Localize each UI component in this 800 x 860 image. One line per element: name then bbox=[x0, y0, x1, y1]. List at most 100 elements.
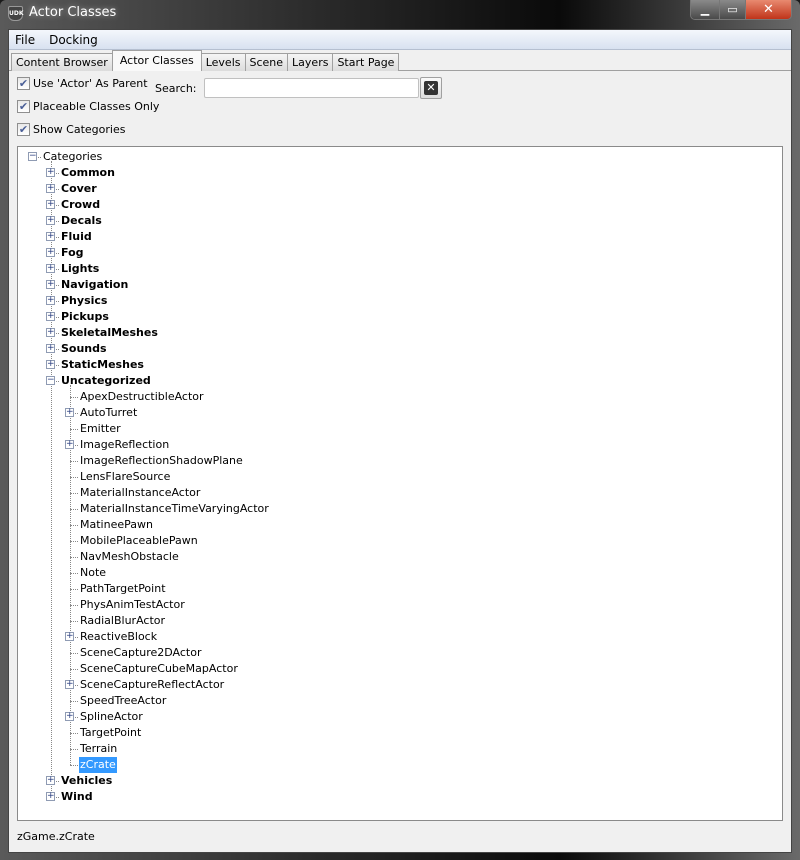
expand-icon[interactable]: + bbox=[46, 328, 55, 337]
placeable-only-checkbox[interactable]: ✔ Placeable Classes Only bbox=[17, 100, 159, 113]
tree-connector bbox=[70, 733, 78, 734]
tree-item[interactable]: ImageReflection bbox=[79, 437, 170, 453]
tree-item[interactable]: StaticMeshes bbox=[60, 357, 145, 373]
expand-icon[interactable]: + bbox=[46, 792, 55, 801]
tree-item[interactable]: Terrain bbox=[79, 741, 118, 757]
expand-icon[interactable]: + bbox=[65, 712, 74, 721]
tree-item[interactable]: LensFlareSource bbox=[79, 469, 171, 485]
tree-item[interactable]: Common bbox=[60, 165, 116, 181]
expand-icon[interactable]: + bbox=[46, 296, 55, 305]
tree-connector bbox=[70, 461, 78, 462]
class-tree[interactable]: − Categories + Common + Cover + Crowd + Decals + Fl… bbox=[17, 146, 783, 821]
tree-item[interactable]: PhysAnimTestActor bbox=[79, 597, 186, 613]
tree-item[interactable]: Physics bbox=[60, 293, 108, 309]
tab-actor-classes[interactable]: Actor Classes bbox=[111, 50, 202, 71]
collapse-icon[interactable]: − bbox=[28, 152, 37, 161]
expand-icon[interactable]: + bbox=[46, 360, 55, 369]
expand-icon[interactable]: + bbox=[46, 248, 55, 257]
tree-item[interactable]: Lights bbox=[60, 261, 100, 277]
tree-item[interactable]: Categories bbox=[42, 149, 103, 165]
search-input[interactable] bbox=[204, 78, 419, 98]
checkmark-icon: ✔ bbox=[17, 123, 30, 136]
tree-item[interactable]: AutoTurret bbox=[79, 405, 138, 421]
expand-icon[interactable]: + bbox=[65, 632, 74, 641]
tab-levels[interactable]: Levels bbox=[200, 53, 246, 71]
tree-item[interactable]: RadialBlurActor bbox=[79, 613, 166, 629]
collapse-icon[interactable]: − bbox=[46, 376, 55, 385]
tree-item[interactable]: MaterialInstanceTimeVaryingActor bbox=[79, 501, 270, 517]
tree-item[interactable]: Fog bbox=[60, 245, 85, 261]
tree-item[interactable]: ApexDestructibleActor bbox=[79, 389, 205, 405]
tree-item[interactable]: ReactiveBlock bbox=[79, 629, 158, 645]
tab-scene[interactable]: Scene bbox=[244, 53, 289, 71]
tree-item[interactable]: SkeletalMeshes bbox=[60, 325, 159, 341]
tab-content-browser[interactable]: Content Browser bbox=[11, 53, 113, 71]
checkmark-icon: ✔ bbox=[17, 77, 30, 90]
clear-search-button[interactable]: ✕ bbox=[420, 77, 442, 99]
tree-item[interactable]: SplineActor bbox=[79, 709, 144, 725]
tree-item[interactable]: Uncategorized bbox=[60, 373, 152, 389]
expand-icon[interactable]: + bbox=[65, 680, 74, 689]
tree-item[interactable]: Navigation bbox=[60, 277, 129, 293]
expand-icon[interactable]: + bbox=[46, 776, 55, 785]
menu-file[interactable]: File bbox=[15, 33, 35, 47]
tree-item[interactable]: Emitter bbox=[79, 421, 122, 437]
window-controls: ▁ ▭ ✕ bbox=[690, 0, 792, 20]
tree-connector bbox=[70, 701, 78, 702]
tree-connector bbox=[70, 541, 78, 542]
tree-item[interactable]: Vehicles bbox=[60, 773, 113, 789]
tree-item[interactable]: Cover bbox=[60, 181, 98, 197]
tree-connector bbox=[70, 429, 78, 430]
close-icon: ✕ bbox=[424, 81, 438, 95]
menu-bar: File Docking bbox=[9, 30, 791, 50]
maximize-button[interactable]: ▭ bbox=[719, 0, 745, 19]
tree-item[interactable]: SceneCapture2DActor bbox=[79, 645, 203, 661]
tree-item[interactable]: NavMeshObstacle bbox=[79, 549, 180, 565]
expand-icon[interactable]: + bbox=[46, 200, 55, 209]
menu-docking[interactable]: Docking bbox=[49, 33, 98, 47]
tree-item[interactable]: TargetPoint bbox=[79, 725, 142, 741]
window-title: Actor Classes bbox=[29, 5, 117, 20]
tree-item[interactable]: MaterialInstanceActor bbox=[79, 485, 201, 501]
use-actor-parent-checkbox[interactable]: ✔ Use 'Actor' As Parent bbox=[17, 77, 148, 90]
tree-item[interactable]: Pickups bbox=[60, 309, 110, 325]
tree-connector bbox=[70, 573, 78, 574]
expand-icon[interactable]: + bbox=[46, 264, 55, 273]
close-button[interactable]: ✕ bbox=[745, 0, 791, 19]
tree-item[interactable]: PathTargetPoint bbox=[79, 581, 167, 597]
tree-item[interactable]: MobilePlaceablePawn bbox=[79, 533, 199, 549]
client-area: File Docking Content Browser Actor Class… bbox=[8, 29, 792, 853]
expand-icon[interactable]: + bbox=[46, 168, 55, 177]
expand-icon[interactable]: + bbox=[46, 232, 55, 241]
tree-item[interactable]: Crowd bbox=[60, 197, 101, 213]
tree-connector bbox=[70, 493, 78, 494]
show-categories-checkbox[interactable]: ✔ Show Categories bbox=[17, 123, 125, 136]
expand-icon[interactable]: + bbox=[46, 184, 55, 193]
tab-layers[interactable]: Layers bbox=[287, 53, 334, 71]
expand-icon[interactable]: + bbox=[46, 280, 55, 289]
expand-icon[interactable]: + bbox=[65, 408, 74, 417]
checkbox-label: Show Categories bbox=[33, 123, 126, 136]
status-text: zGame.zCrate bbox=[17, 830, 95, 843]
tree-item[interactable]: Wind bbox=[60, 789, 94, 805]
checkmark-icon: ✔ bbox=[17, 100, 30, 113]
minimize-button[interactable]: ▁ bbox=[691, 0, 719, 19]
tree-item[interactable]: Note bbox=[79, 565, 107, 581]
expand-icon[interactable]: + bbox=[46, 344, 55, 353]
checkbox-label: Placeable Classes Only bbox=[33, 100, 160, 113]
tree-item[interactable]: ImageReflectionShadowPlane bbox=[79, 453, 244, 469]
tree-item[interactable]: Sounds bbox=[60, 341, 108, 357]
tree-item[interactable]: SceneCaptureCubeMapActor bbox=[79, 661, 239, 677]
expand-icon[interactable]: + bbox=[46, 216, 55, 225]
tree-item[interactable]: Fluid bbox=[60, 229, 93, 245]
checkbox-label: Use 'Actor' As Parent bbox=[33, 77, 148, 90]
tree-item[interactable]: SceneCaptureReflectActor bbox=[79, 677, 225, 693]
tree-item[interactable]: SpeedTreeActor bbox=[79, 693, 167, 709]
expand-icon[interactable]: + bbox=[65, 440, 74, 449]
tab-start-page[interactable]: Start Page bbox=[332, 53, 400, 71]
tree-item[interactable]: Decals bbox=[60, 213, 103, 229]
tree-item[interactable]: MatineePawn bbox=[79, 517, 154, 533]
tree-item[interactable]: zCrate bbox=[79, 757, 117, 773]
tree-connector bbox=[70, 509, 78, 510]
expand-icon[interactable]: + bbox=[46, 312, 55, 321]
